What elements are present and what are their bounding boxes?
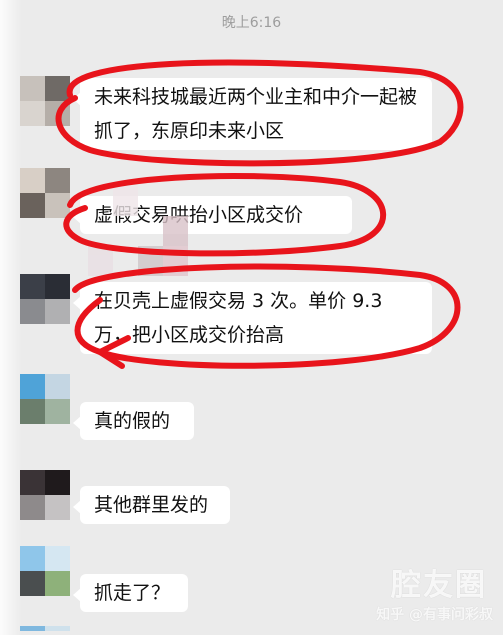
watermark-brand: 腔友圈 (391, 568, 487, 603)
message-text: 抓走了？ (94, 582, 171, 604)
chat-screen: 晚上6:16 未来科技城最近两个业主和中介一起被抓了，东原印未来小区 虚假交易哄… (0, 0, 503, 635)
avatar[interactable] (20, 76, 70, 126)
message-bubble[interactable]: 在贝壳上虚假交易 3 次。单价 9.3 万，把小区成交价抬高 (73, 282, 432, 354)
avatar[interactable] (20, 274, 70, 324)
message-text: 未来科技城最近两个业主和中介一起被抓了，东原印未来小区 (94, 86, 418, 142)
avatar[interactable] (20, 470, 70, 520)
left-edge-glare (0, 0, 22, 635)
avatar[interactable] (20, 168, 70, 218)
message-text: 真的假的 (94, 410, 171, 432)
message-timestamp: 晚上6:16 (221, 15, 282, 31)
avatar[interactable] (20, 546, 70, 596)
watermark-source: 知乎 @有事问彩叔 (376, 607, 493, 623)
avatar[interactable] (20, 626, 70, 635)
message-bubble[interactable]: 真的假的 (73, 402, 194, 440)
message-bubble[interactable]: 未来科技城最近两个业主和中介一起被抓了，东原印未来小区 (73, 78, 432, 150)
message-text: 其他群里发的 (94, 494, 209, 516)
avatar[interactable] (20, 374, 70, 424)
pixelated-sticker (88, 186, 188, 276)
message-text: 在贝壳上虚假交易 3 次。单价 9.3 万，把小区成交价抬高 (94, 290, 383, 346)
message-bubble[interactable]: 抓走了？ (73, 574, 188, 612)
message-bubble[interactable]: 其他群里发的 (73, 486, 230, 524)
